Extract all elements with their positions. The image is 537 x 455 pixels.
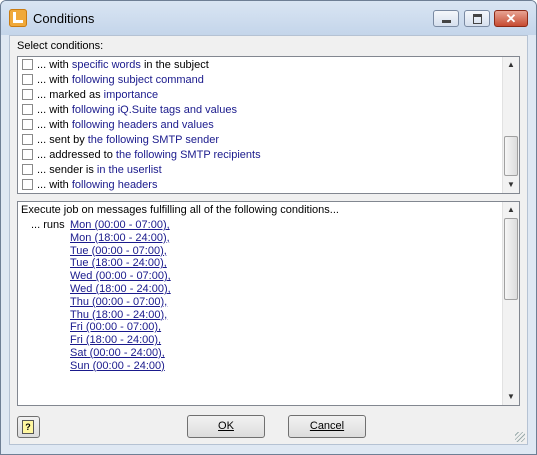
schedule-day-link[interactable]: Tue (18:00 - 24:00),: [70, 257, 167, 269]
scroll-thumb[interactable]: [504, 136, 518, 176]
condition-link: importance: [103, 89, 159, 101]
condition-link: following headers and values: [71, 119, 214, 131]
help-question-icon: ?: [22, 420, 34, 434]
schedule-day-link[interactable]: Fri (18:00 - 24:00),: [70, 334, 161, 346]
condition-link: the following SMTP sender: [87, 134, 220, 146]
description-header: Execute job on messages fulfilling all o…: [21, 204, 339, 216]
ok-label: OK: [218, 420, 234, 432]
condition-checkbox[interactable]: [22, 73, 33, 85]
conditions-window: Conditions ✕ Select conditions: ... with…: [0, 0, 537, 455]
condition-prefix: ... marked as: [37, 89, 104, 101]
schedule-day-link[interactable]: Mon (18:00 - 24:00),: [70, 232, 170, 244]
condition-prefix: ... with: [37, 179, 72, 191]
schedule-day-link[interactable]: Wed (18:00 - 24:00),: [70, 283, 171, 295]
schedule-day-link[interactable]: Tue (00:00 - 07:00),: [70, 245, 167, 257]
maximize-button[interactable]: [464, 10, 490, 27]
resize-grip[interactable]: [515, 432, 525, 442]
schedule-day-link[interactable]: Fri (00:00 - 07:00),: [70, 321, 161, 333]
condition-prefix: ... sent by: [37, 134, 88, 146]
condition-prefix: ... with: [37, 119, 72, 131]
schedule-day-link[interactable]: Sat (00:00 - 24:00),: [70, 347, 165, 359]
title-bar[interactable]: Conditions ✕: [1, 1, 536, 35]
condition-checkbox[interactable]: [22, 133, 33, 145]
condition-prefix: ... with: [37, 59, 72, 71]
condition-checkbox[interactable]: [22, 118, 33, 130]
condition-link: following headers: [71, 179, 158, 191]
scroll-thumb[interactable]: [504, 218, 518, 300]
condition-prefix: ... with: [37, 74, 72, 86]
condition-item[interactable]: ... with specific words in the subject: [22, 58, 209, 74]
condition-item[interactable]: ... marked as importance: [22, 88, 159, 104]
scroll-up-arrow-icon[interactable]: ▲: [503, 57, 519, 73]
scroll-down-arrow-icon[interactable]: ▼: [503, 389, 519, 405]
cancel-label: Cancel: [309, 420, 345, 432]
condition-checkbox[interactable]: [22, 148, 33, 160]
condition-item[interactable]: ... sent by the following SMTP sender: [22, 133, 220, 149]
select-conditions-label: Select conditions:: [17, 40, 104, 52]
condition-prefix: ... addressed to: [37, 149, 116, 161]
condition-item[interactable]: ... with following subject command: [22, 73, 204, 89]
condition-description: Execute job on messages fulfilling all o…: [17, 201, 520, 406]
schedule-day-link[interactable]: Thu (18:00 - 24:00),: [70, 309, 167, 321]
condition-link: the following SMTP recipients: [115, 149, 261, 161]
schedule-day-link[interactable]: Sun (00:00 - 24:00): [70, 360, 165, 372]
minimize-button[interactable]: [433, 10, 459, 27]
ok-button[interactable]: OK: [187, 415, 265, 438]
condition-suffix: in the subject: [140, 59, 209, 71]
condition-item[interactable]: ... addressed to the following SMTP reci…: [22, 148, 261, 164]
description-scrollbar[interactable]: ▲ ▼: [502, 202, 519, 405]
condition-checkbox[interactable]: [22, 58, 33, 70]
condition-checkbox[interactable]: [22, 88, 33, 100]
condition-item[interactable]: ... with following headers and values: [22, 118, 214, 134]
condition-link: specific words: [71, 59, 141, 71]
condition-item[interactable]: ... with following iQ.Suite tags and val…: [22, 103, 237, 119]
scroll-up-arrow-icon[interactable]: ▲: [503, 202, 519, 218]
conditions-list[interactable]: ... with specific words in the subject..…: [17, 56, 520, 194]
condition-checkbox[interactable]: [22, 103, 33, 115]
condition-link: following subject command: [71, 74, 204, 86]
condition-checkbox[interactable]: [22, 178, 33, 190]
condition-prefix: ... with: [37, 104, 72, 116]
condition-checkbox[interactable]: [22, 163, 33, 175]
conditions-scrollbar[interactable]: ▲ ▼: [502, 57, 519, 193]
runs-label: ... runs: [31, 219, 65, 231]
dialog-body: Select conditions: ... with specific wor…: [9, 35, 528, 445]
close-button[interactable]: ✕: [494, 10, 528, 27]
help-button[interactable]: ?: [17, 416, 40, 438]
scroll-down-arrow-icon[interactable]: ▼: [503, 177, 519, 193]
window-title: Conditions: [33, 11, 95, 26]
schedule-day-link[interactable]: Mon (00:00 - 07:00),: [70, 219, 170, 231]
condition-link: in the userlist: [96, 164, 162, 176]
schedule-day-link[interactable]: Thu (00:00 - 07:00),: [70, 296, 167, 308]
schedule-day-link[interactable]: Wed (00:00 - 07:00),: [70, 270, 171, 282]
app-logo-icon: [9, 9, 27, 27]
condition-item[interactable]: ... sender is in the userlist: [22, 163, 162, 179]
cancel-button[interactable]: Cancel: [288, 415, 366, 438]
condition-link: following iQ.Suite tags and values: [71, 104, 237, 116]
condition-item[interactable]: ... with following headers: [22, 178, 158, 194]
condition-prefix: ... sender is: [37, 164, 97, 176]
